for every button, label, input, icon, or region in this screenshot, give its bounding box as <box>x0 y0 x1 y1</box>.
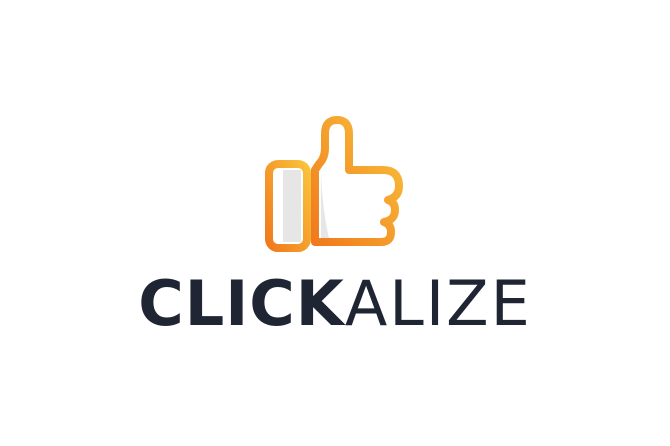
brand-wordmark: CLICKALIZE <box>0 268 670 340</box>
brand-name-bold: CLICK <box>138 267 345 340</box>
brand-name-light: ALIZE <box>344 267 532 340</box>
thumbs-up-icon <box>265 116 403 252</box>
thumb-cuff-shade <box>283 170 301 242</box>
